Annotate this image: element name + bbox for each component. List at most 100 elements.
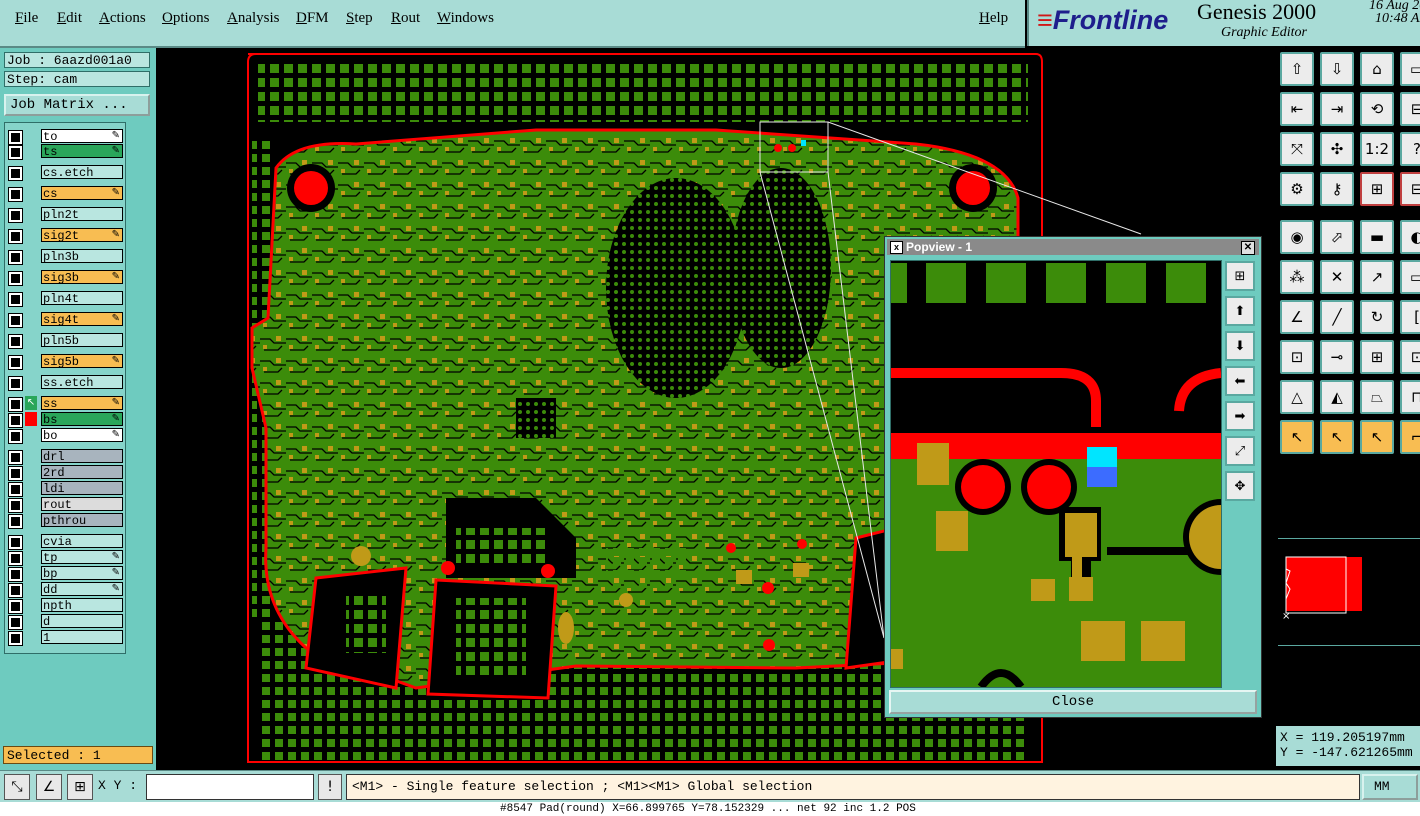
layer-row-bs[interactable]: bs ✎ (5, 412, 125, 428)
popview-fit-icon[interactable]: ⤢ (1225, 436, 1255, 466)
layer-row-sig2t[interactable]: sig2t ✎ (5, 228, 125, 244)
layer-name[interactable]: sig3b ✎ (41, 270, 123, 285)
node-icon[interactable]: ⁂ (1280, 260, 1314, 294)
layer-row-npth[interactable]: npth (5, 598, 125, 614)
poly-icon[interactable]: ◭ (1320, 380, 1354, 414)
layer-name[interactable]: npth (41, 598, 123, 613)
layer-row-bo[interactable]: bo ✎ (5, 428, 125, 444)
slash-icon[interactable]: ╱ (1320, 300, 1354, 334)
snap-icon[interactable]: ◉ (1280, 220, 1314, 254)
layer-name[interactable]: 1 (41, 630, 123, 645)
layer-checkbox[interactable] (8, 551, 23, 566)
pad-add-icon[interactable]: ⊡ (1280, 340, 1314, 374)
cross-icon[interactable]: ✕ (1320, 260, 1354, 294)
window-menu-icon[interactable]: x (890, 241, 903, 254)
layer-checkbox[interactable] (8, 429, 23, 444)
layer-name[interactable]: cs ✎ (41, 186, 123, 201)
layer-row-ldi[interactable]: ldi (5, 481, 125, 497)
units-button[interactable]: MM (1362, 774, 1418, 800)
layer-name[interactable]: bp ✎ (41, 566, 123, 581)
layer-name[interactable]: cvia (41, 534, 123, 549)
layer-name[interactable]: pln2t (41, 207, 123, 222)
page-down-icon[interactable]: ⇩ (1320, 52, 1354, 86)
draw-icon[interactable]: ⬀ (1320, 220, 1354, 254)
layer-name[interactable]: ts ✎ (41, 144, 123, 159)
page-up-icon[interactable]: ⇧ (1280, 52, 1314, 86)
popview-titlebar[interactable]: x Popview - 1 ✕ (887, 239, 1259, 255)
layer-row-pln2t[interactable]: pln2t (5, 207, 125, 223)
layer-checkbox[interactable] (8, 187, 23, 202)
layer-checkbox[interactable] (8, 355, 23, 370)
job-matrix-button[interactable]: Job Matrix ... (4, 94, 150, 116)
layer-name[interactable]: pln3b (41, 249, 123, 264)
arc-icon[interactable]: ◐ (1400, 220, 1420, 254)
layer-name[interactable]: tp ✎ (41, 550, 123, 565)
layer-row-ss.etch[interactable]: ss.etch (5, 375, 125, 391)
exclamation-icon[interactable]: ! (318, 774, 342, 800)
menu-help[interactable]: Help (979, 10, 1008, 27)
menu-step[interactable]: Step (346, 10, 373, 27)
layer-checkbox[interactable] (8, 313, 23, 328)
layer-stack-icon[interactable]: ⊞ (1360, 172, 1394, 206)
panel-icon[interactable]: ▭ (1400, 52, 1420, 86)
screen-icon[interactable]: ⊟ (1400, 92, 1420, 126)
layer-name[interactable]: sig5b ✎ (41, 354, 123, 369)
popview-pan-left-icon[interactable]: ⬅ (1225, 366, 1255, 396)
layer-checkbox[interactable] (8, 631, 23, 646)
layer-row-sig3b[interactable]: sig3b ✎ (5, 270, 125, 286)
xy-input[interactable] (146, 774, 314, 800)
layer-checkbox[interactable] (8, 271, 23, 286)
menu-edit[interactable]: Edit (57, 10, 82, 27)
menu-actions[interactable]: Actions (99, 10, 146, 27)
popview-zoom-in-icon[interactable]: ⊞ (1225, 261, 1255, 291)
layer-name[interactable]: ss.etch (41, 375, 123, 390)
close-icon[interactable]: ✕ (1241, 241, 1255, 255)
layer-name[interactable]: bo ✎ (41, 428, 123, 443)
layer-checkbox[interactable] (8, 292, 23, 307)
layer-name[interactable]: to ✎ (41, 129, 123, 144)
layer-checkbox[interactable] (8, 130, 23, 145)
layer-name[interactable]: cs.etch (41, 165, 123, 180)
layer-row-rout[interactable]: rout (5, 497, 125, 513)
layer-name[interactable]: pln5b (41, 333, 123, 348)
popview-center-icon[interactable]: ✥ (1225, 471, 1255, 501)
angle-mode-icon[interactable]: ∠ (36, 774, 62, 800)
layer-checkbox[interactable] (8, 567, 23, 582)
grid-icon[interactable]: ⊞ (1360, 340, 1394, 374)
layer-checkbox[interactable] (8, 250, 23, 265)
layer-checkbox[interactable] (8, 413, 23, 428)
pointer-icon[interactable]: ↖ (1280, 420, 1314, 454)
layer-checkbox[interactable] (8, 514, 23, 529)
popview-canvas[interactable] (890, 260, 1222, 688)
layer-row-dd[interactable]: dd ✎ (5, 582, 125, 598)
overview-map[interactable]: × (1278, 538, 1420, 646)
step-icon[interactable]: ⊓ (1400, 380, 1420, 414)
one-to-one-icon[interactable]: 1:2 (1360, 132, 1394, 166)
layer-name[interactable]: drl (41, 449, 123, 464)
layer-checkbox[interactable] (8, 166, 23, 181)
menu-file[interactable]: File (15, 10, 38, 27)
layer-row-sig4t[interactable]: sig4t ✎ (5, 312, 125, 328)
layer-row-pln4t[interactable]: pln4t (5, 291, 125, 307)
popview-pan-right-icon[interactable]: ➡ (1225, 401, 1255, 431)
menu-analysis[interactable]: Analysis (227, 10, 280, 27)
layer-name[interactable]: ss ✎ (41, 396, 123, 411)
triangle-icon[interactable]: △ (1280, 380, 1314, 414)
right-icon[interactable]: ⇥ (1320, 92, 1354, 126)
layer-row-to[interactable]: to ✎ (5, 129, 125, 145)
split-icon[interactable]: ⊸ (1320, 340, 1354, 374)
line-icon[interactable]: ↗ (1360, 260, 1394, 294)
layer-name[interactable]: ldi (41, 481, 123, 496)
layer-row-cs[interactable]: cs ✎ (5, 186, 125, 202)
layer-checkbox[interactable] (8, 599, 23, 614)
pointer-alt-icon[interactable]: ↖ (1320, 420, 1354, 454)
layer-name[interactable]: d (41, 614, 123, 629)
layer-name[interactable]: sig4t ✎ (41, 312, 123, 327)
layer-name[interactable]: pln4t (41, 291, 123, 306)
zoom-in-icon[interactable]: ✣ (1320, 132, 1354, 166)
menu-windows[interactable]: Windows (437, 10, 494, 27)
layer-row-pln3b[interactable]: pln3b (5, 249, 125, 265)
layer-checkbox[interactable] (8, 229, 23, 244)
layer-row-pthrou[interactable]: pthrou (5, 513, 125, 529)
layer-name[interactable]: 2rd (41, 465, 123, 480)
